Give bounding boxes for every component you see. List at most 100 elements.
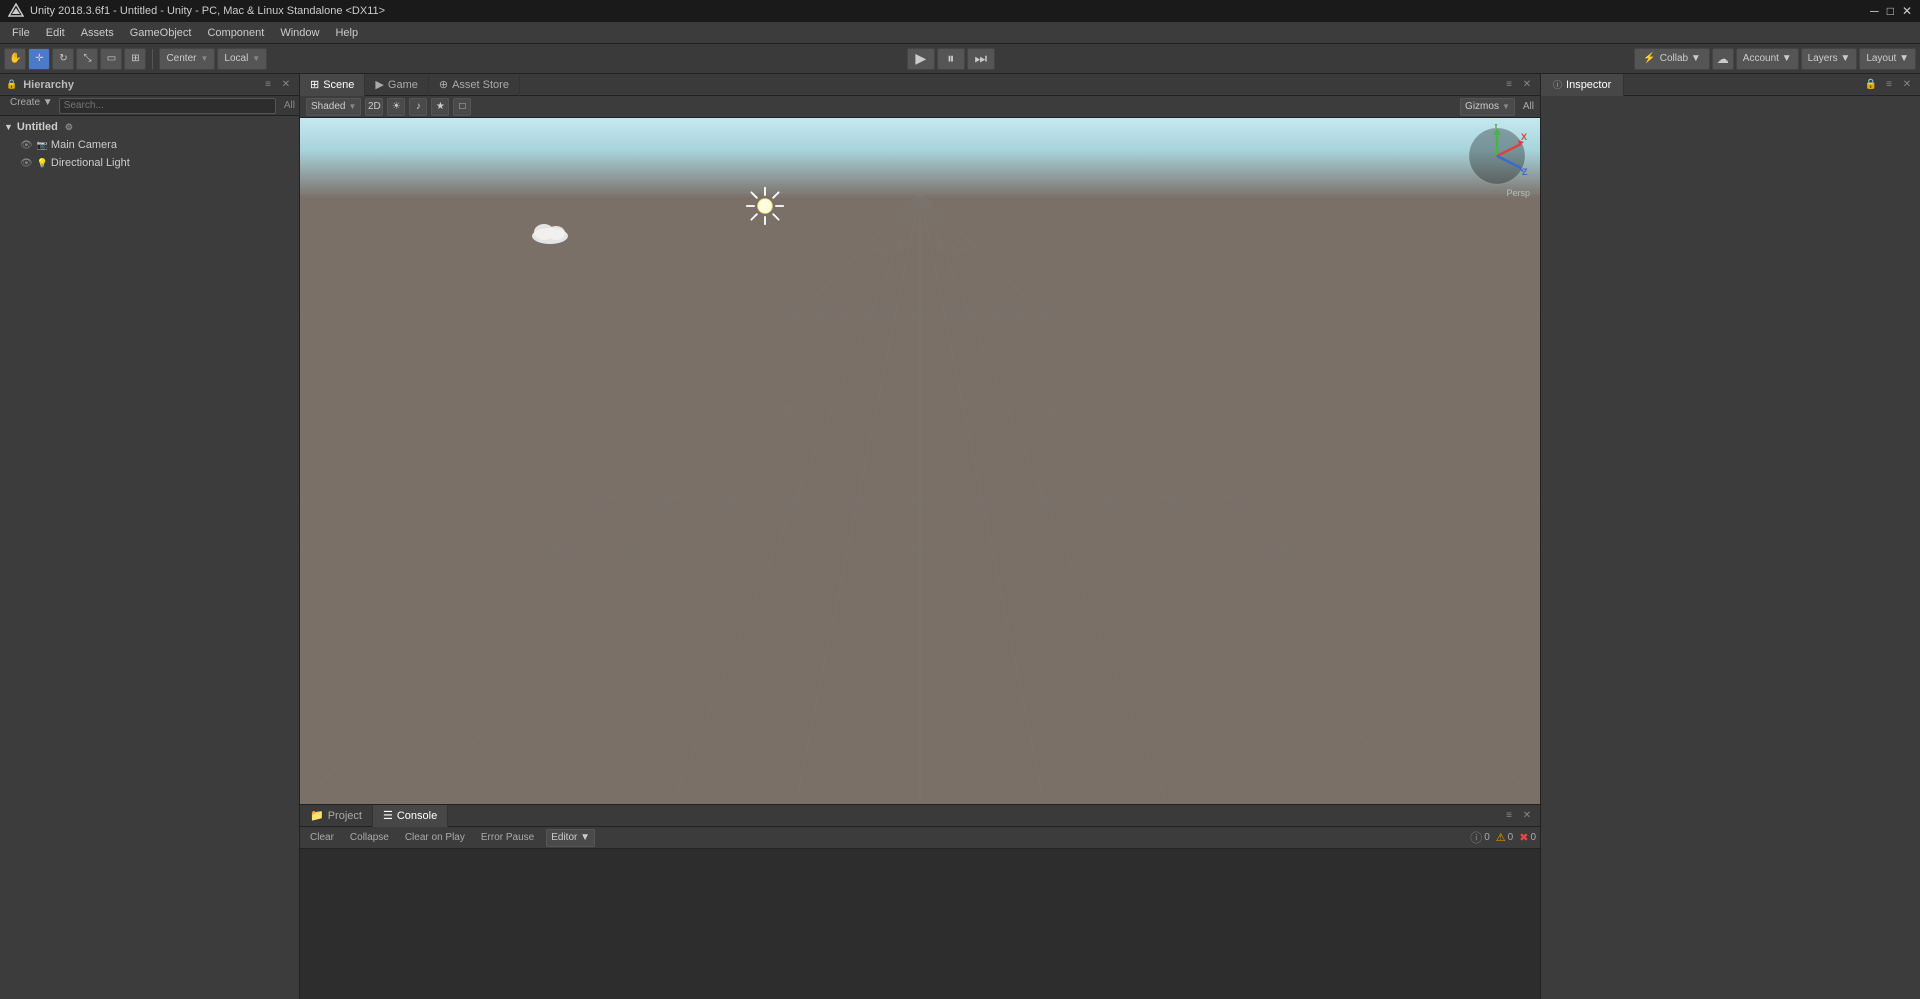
hierarchy-close-icon[interactable]: ✕ (279, 78, 293, 92)
warning-count: 0 (1508, 832, 1514, 843)
window-title: Unity 2018.3.6f1 - Untitled - Unity - PC… (30, 5, 385, 17)
clear-button[interactable]: Clear (304, 829, 340, 847)
inspector-lock-icon[interactable]: 🔒 (1864, 78, 1878, 92)
bottom-panel: 📁 Project ☰ Console ≡ ✕ Clear Collapse C… (300, 804, 1540, 999)
toolbar: ✋ ✛ ↻ ⤡ ▭ ⊞ Center ▼ Local ▼ ▶ ⏸ ⏭ ⚡ Col… (0, 44, 1920, 74)
layout-dropdown[interactable]: Layout ▼ (1859, 48, 1916, 70)
pivot-mode-dropdown[interactable]: Center ▼ (159, 48, 215, 70)
scene-name: Untitled (17, 121, 58, 133)
collab-label: Collab ▼ (1660, 53, 1701, 64)
error-count: 0 (1530, 832, 1536, 843)
scene-audio-toggle[interactable]: ♪ (409, 98, 427, 116)
rect-tool-button[interactable]: ▭ (100, 48, 122, 70)
step-button[interactable]: ⏭ (967, 48, 995, 70)
info-counter[interactable]: ⓘ 0 (1470, 829, 1490, 846)
scene-tab-menu-icon[interactable]: ≡ (1502, 78, 1516, 92)
hierarchy-scene-root[interactable]: ▼ Untitled ⚙ (0, 118, 299, 136)
unity-logo-icon (8, 3, 24, 19)
gizmos-dropdown[interactable]: Gizmos ▼ (1460, 98, 1515, 116)
hierarchy-all-filter[interactable]: All (284, 100, 295, 111)
title-bar: Unity 2018.3.6f1 - Untitled - Unity - PC… (0, 0, 1920, 22)
pivot-mode-arrow: ▼ (200, 54, 208, 63)
minimize-button[interactable]: ─ (1870, 4, 1879, 18)
hierarchy-item-directional-light[interactable]: 👁 💡 Directional Light (0, 154, 299, 172)
scene-viewport[interactable]: Y X Z Persp (300, 118, 1540, 804)
scene-tab-close-icon[interactable]: ✕ (1520, 78, 1534, 92)
perspective-gizmo[interactable]: Y X Z Persp (1465, 124, 1530, 189)
hierarchy-filter-bar: Create ▼ All (0, 96, 299, 116)
error-pause-button[interactable]: Error Pause (475, 829, 540, 847)
main-layout: 🔒 Hierarchy ≡ ✕ Create ▼ All ▼ Untitled … (0, 74, 1920, 999)
tab-console[interactable]: ☰ Console (373, 805, 448, 827)
pivot-space-dropdown[interactable]: Local ▼ (217, 48, 267, 70)
inspector-panel: ⓘ Inspector 🔒 ≡ ✕ (1540, 74, 1920, 999)
scene-fx-toggle[interactable]: ★ (431, 98, 449, 116)
inspector-tab-bar: ⓘ Inspector 🔒 ≡ ✕ (1541, 74, 1920, 96)
play-button[interactable]: ▶ (907, 48, 935, 70)
pivot-mode-label: Center (166, 53, 196, 64)
menu-window[interactable]: Window (272, 25, 327, 41)
error-counter[interactable]: ✖ 0 (1519, 831, 1536, 844)
hierarchy-title: Hierarchy (23, 79, 74, 91)
tab-asset-store[interactable]: ⊕ Asset Store (429, 74, 520, 96)
pause-button[interactable]: ⏸ (937, 48, 965, 70)
menu-edit[interactable]: Edit (38, 25, 73, 41)
cloud-icon (530, 218, 570, 246)
menu-gameobject[interactable]: GameObject (122, 25, 200, 41)
scene-all-label: All (1523, 101, 1534, 112)
hierarchy-menu-icon[interactable]: ≡ (261, 78, 275, 92)
inspector-tab-label: Inspector (1566, 79, 1611, 91)
hierarchy-search-input[interactable] (59, 98, 276, 114)
console-toolbar: Clear Collapse Clear on Play Error Pause… (300, 827, 1540, 849)
gizmo-axes-svg: Y X Z (1465, 124, 1530, 189)
scene-light-toggle[interactable]: ☀ (387, 98, 405, 116)
pivot-space-arrow: ▼ (252, 54, 260, 63)
2d-toggle-button[interactable]: 2D (365, 98, 383, 116)
bottom-panel-close-icon[interactable]: ✕ (1520, 809, 1534, 823)
persp-label[interactable]: Persp (1465, 188, 1530, 198)
info-icon: ⓘ (1470, 829, 1482, 846)
tab-inspector[interactable]: ⓘ Inspector (1541, 74, 1624, 96)
shading-mode-dropdown[interactable]: Shaded ▼ (306, 98, 361, 116)
collapse-button[interactable]: Collapse (344, 829, 395, 847)
scene-tab-icon: ⊞ (310, 78, 319, 91)
menu-assets[interactable]: Assets (73, 25, 122, 41)
clear-on-play-button[interactable]: Clear on Play (399, 829, 471, 847)
console-content (300, 849, 1540, 999)
tab-scene[interactable]: ⊞ Scene (300, 74, 365, 96)
menu-component[interactable]: Component (199, 25, 272, 41)
console-tab-label: Console (397, 810, 437, 822)
scene-expand-arrow: ▼ (4, 122, 13, 132)
close-button[interactable]: ✕ (1902, 4, 1912, 18)
tab-game[interactable]: ▶ Game (365, 74, 428, 96)
console-tab-icon: ☰ (383, 809, 393, 822)
move-tool-button[interactable]: ✛ (28, 48, 50, 70)
bottom-panel-menu-icon[interactable]: ≡ (1502, 809, 1516, 823)
asset-store-tab-icon: ⊕ (439, 78, 448, 91)
layers-label: Layers ▼ (1808, 53, 1851, 64)
inspector-close-icon[interactable]: ✕ (1900, 78, 1914, 92)
warning-counter[interactable]: ⚠ 0 (1496, 831, 1513, 844)
inspector-menu-icon[interactable]: ≡ (1882, 78, 1896, 92)
transform-tool-button[interactable]: ⊞ (124, 48, 146, 70)
scale-tool-button[interactable]: ⤡ (76, 48, 98, 70)
create-dropdown[interactable]: Create ▼ (4, 97, 59, 115)
inspector-body (1541, 96, 1920, 999)
account-dropdown[interactable]: Account ▼ (1736, 48, 1799, 70)
hierarchy-header: 🔒 Hierarchy ≡ ✕ (0, 74, 299, 96)
scene-hidden-toggle[interactable]: □ (453, 98, 471, 116)
rotate-tool-button[interactable]: ↻ (52, 48, 74, 70)
asset-store-tab-label: Asset Store (452, 79, 509, 91)
hierarchy-item-main-camera[interactable]: 👁 📷 Main Camera (0, 136, 299, 154)
cloud-button[interactable]: ☁ (1712, 48, 1734, 70)
tab-project[interactable]: 📁 Project (300, 805, 373, 827)
editor-dropdown[interactable]: Editor ▼ (546, 829, 595, 847)
camera-eye-icon: 👁 (20, 140, 33, 151)
layers-dropdown[interactable]: Layers ▼ (1801, 48, 1858, 70)
collab-dropdown[interactable]: ⚡ Collab ▼ (1634, 48, 1709, 70)
menu-help[interactable]: Help (327, 25, 366, 41)
menu-file[interactable]: File (4, 25, 38, 41)
hand-tool-button[interactable]: ✋ (4, 48, 26, 70)
maximize-button[interactable]: □ (1887, 4, 1894, 18)
account-label: Account ▼ (1743, 53, 1792, 64)
